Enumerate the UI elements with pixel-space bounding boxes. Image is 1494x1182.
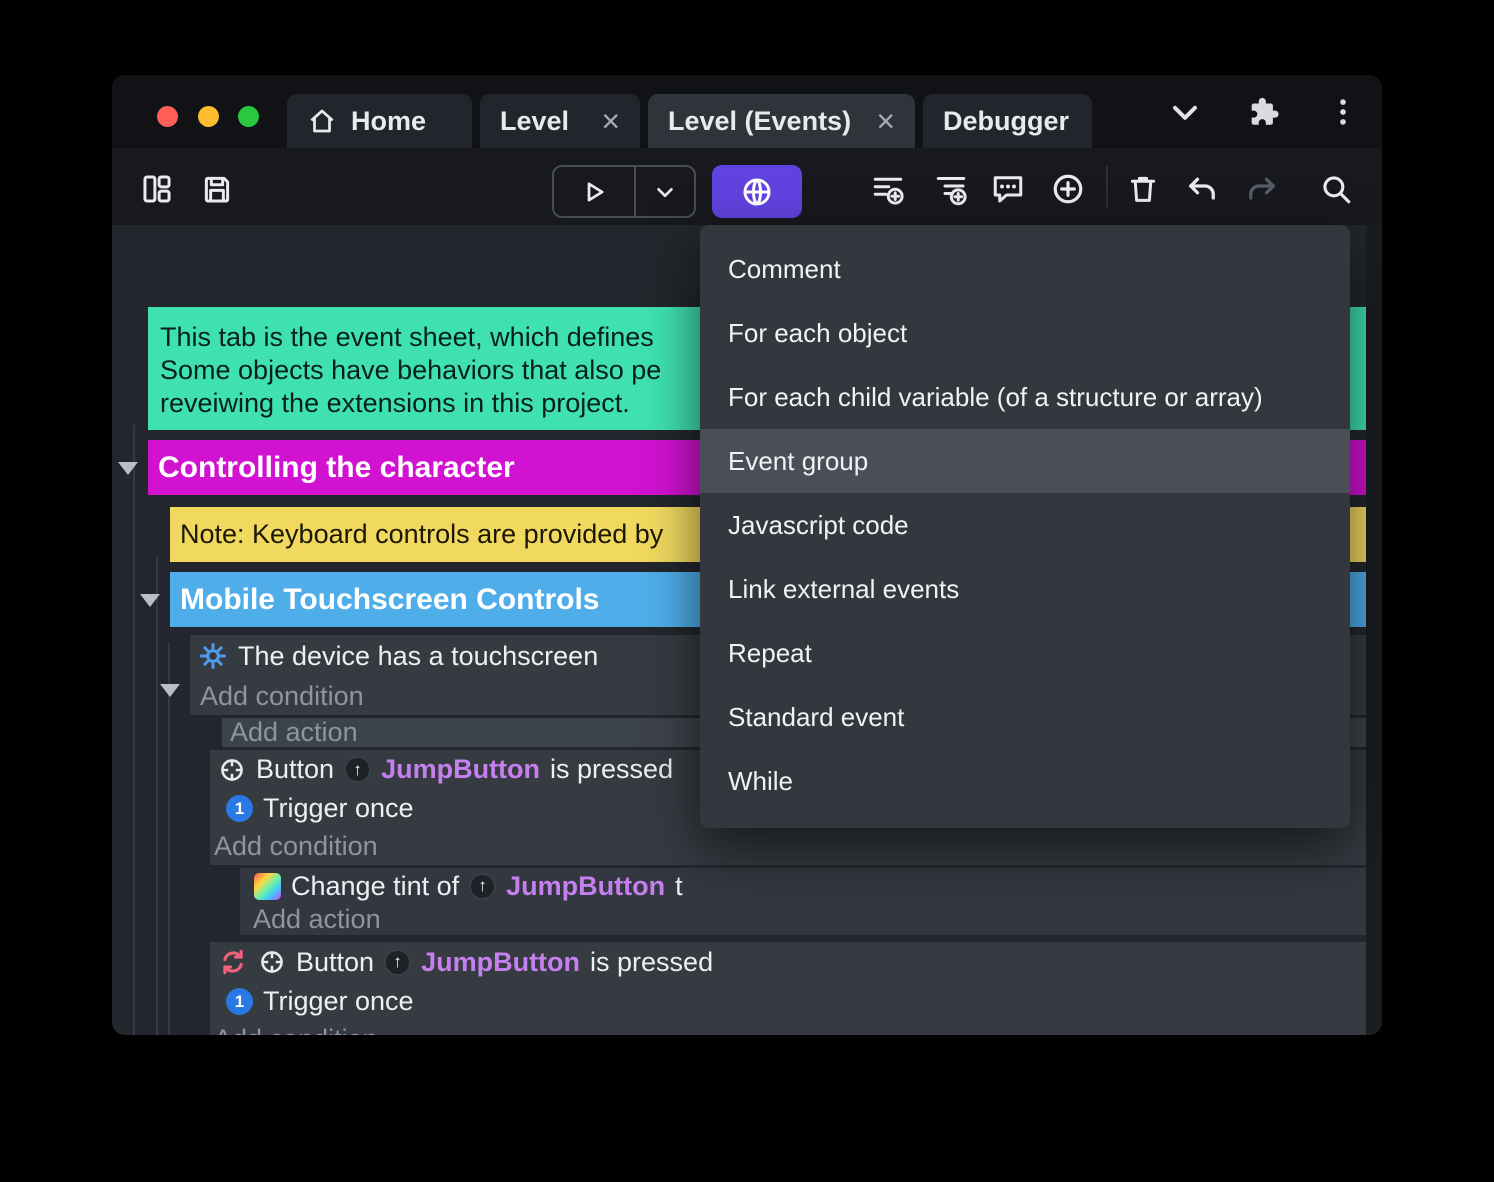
menu-item-while[interactable]: While xyxy=(700,749,1350,813)
button-condition-icon xyxy=(258,948,286,976)
condition-text: The device has a touchscreen xyxy=(238,641,598,672)
tree-guide xyxy=(168,643,170,1035)
add-condition-link[interactable]: Add condition xyxy=(214,831,378,862)
menu-item-comment[interactable]: Comment xyxy=(700,237,1350,301)
play-preview-button[interactable] xyxy=(554,167,634,216)
condition-text: is pressed xyxy=(550,754,673,785)
dropdown-chevron-icon xyxy=(652,179,678,205)
extensions-puzzle-icon xyxy=(1246,95,1280,129)
tree-guide xyxy=(156,557,158,1035)
toolbar-separator xyxy=(1106,166,1108,208)
add-condition-link[interactable]: Add condition xyxy=(214,1024,378,1035)
chevron-down-icon xyxy=(1165,92,1205,132)
menu-item-event-group[interactable]: Event group xyxy=(700,429,1350,493)
action-text: t xyxy=(675,871,683,902)
add-action-link[interactable]: Add action xyxy=(230,718,358,747)
add-event-menu: Comment For each object For each child v… xyxy=(700,225,1350,828)
menu-item-link-external-events[interactable]: Link external events xyxy=(700,557,1350,621)
preview-options-button[interactable] xyxy=(634,167,694,216)
object-name: JumpButton xyxy=(381,754,540,785)
app-window: Home Level × Level (Events) × Debugger xyxy=(112,75,1382,1035)
add-button[interactable] xyxy=(1050,171,1086,207)
jumpbutton-object-icon: ↑ xyxy=(384,949,411,976)
condition-text: Button xyxy=(256,754,334,785)
add-condition-link[interactable]: Add condition xyxy=(200,681,364,712)
add-event-button[interactable] xyxy=(870,171,906,207)
collapse-caret[interactable] xyxy=(160,684,180,697)
collapse-caret[interactable] xyxy=(118,462,138,475)
tab-debugger[interactable]: Debugger xyxy=(923,94,1092,148)
add-subevent-button[interactable] xyxy=(933,171,969,207)
zoom-window-button[interactable] xyxy=(238,106,259,127)
tab-label: Home xyxy=(351,106,426,137)
condition-text: is pressed xyxy=(590,947,713,978)
condition-text: Button xyxy=(296,947,374,978)
window-menu-button[interactable] xyxy=(1326,75,1360,148)
titlebar: Home Level × Level (Events) × Debugger xyxy=(112,75,1382,148)
tint-icon xyxy=(254,873,281,900)
menu-item-for-each-object[interactable]: For each object xyxy=(700,301,1350,365)
menu-item-repeat[interactable]: Repeat xyxy=(700,621,1350,685)
note-text: Note: Keyboard controls are provided by xyxy=(180,519,663,550)
overflow-dots-icon xyxy=(1326,95,1360,129)
delete-button[interactable] xyxy=(1125,171,1161,207)
add-action-link[interactable]: Add action xyxy=(253,904,381,935)
choose-add-event-button[interactable] xyxy=(712,165,802,218)
event-jumpbutton-pressed-2[interactable]: Button ↑ JumpButton is pressed 1 Trigger… xyxy=(210,942,1366,1035)
condition-text: Trigger once xyxy=(263,986,414,1017)
trigger-once-icon: 1 xyxy=(226,988,253,1015)
menu-item-javascript-code[interactable]: Javascript code xyxy=(700,493,1350,557)
globe-add-event-icon xyxy=(740,175,774,209)
button-condition-icon xyxy=(218,756,246,784)
collapse-caret[interactable] xyxy=(140,594,160,607)
trigger-once-icon: 1 xyxy=(226,795,253,822)
tab-home[interactable]: Home xyxy=(287,94,472,148)
close-tab-icon[interactable]: × xyxy=(601,105,620,137)
group-title: Controlling the character xyxy=(158,451,515,485)
add-comment-button[interactable] xyxy=(990,171,1026,207)
play-icon xyxy=(579,177,609,207)
tab-label: Level (Events) xyxy=(668,106,851,137)
undo-button[interactable] xyxy=(1184,171,1220,207)
tab-level[interactable]: Level × xyxy=(480,94,640,148)
inverted-condition-icon xyxy=(218,947,248,977)
close-window-button[interactable] xyxy=(157,106,178,127)
close-tab-icon[interactable]: × xyxy=(876,105,895,137)
tabs-overflow-button[interactable] xyxy=(1165,75,1205,148)
action-change-tint-1[interactable]: Change tint of ↑ JumpButton t Add action xyxy=(240,868,1366,935)
search-button[interactable] xyxy=(1318,171,1354,207)
tab-level-events[interactable]: Level (Events) × xyxy=(648,94,915,148)
save-button[interactable] xyxy=(199,171,235,207)
object-name: JumpButton xyxy=(421,947,580,978)
object-name: JumpButton xyxy=(506,871,665,902)
minimize-window-button[interactable] xyxy=(198,106,219,127)
jumpbutton-object-icon: ↑ xyxy=(469,873,496,900)
home-icon xyxy=(307,106,337,136)
tree-guide xyxy=(133,425,135,1035)
device-gear-icon xyxy=(198,641,228,671)
menu-item-for-each-child-variable[interactable]: For each child variable (of a structure … xyxy=(700,365,1350,429)
project-manager-button[interactable] xyxy=(139,171,175,207)
toolbar xyxy=(112,148,1382,225)
scrollbar[interactable] xyxy=(1366,225,1382,1035)
tab-label: Debugger xyxy=(943,106,1069,137)
tab-label: Level xyxy=(500,106,569,137)
menu-item-standard-event[interactable]: Standard event xyxy=(700,685,1350,749)
group-title: Mobile Touchscreen Controls xyxy=(180,583,600,617)
preview-split-button xyxy=(552,165,696,218)
extensions-button[interactable] xyxy=(1246,75,1280,148)
redo-button[interactable] xyxy=(1244,171,1280,207)
action-text: Change tint of xyxy=(291,871,459,902)
condition-text: Trigger once xyxy=(263,793,414,824)
jumpbutton-object-icon: ↑ xyxy=(344,756,371,783)
